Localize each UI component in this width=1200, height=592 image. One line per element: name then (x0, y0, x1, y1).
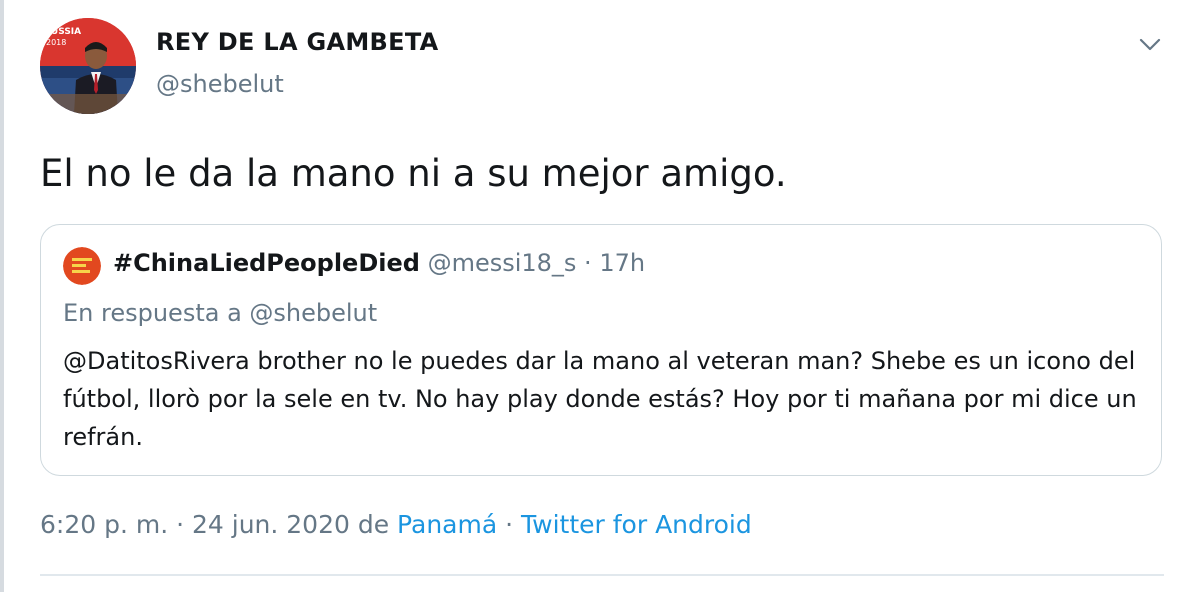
metadata-separator: · (497, 510, 522, 539)
quoted-tweet-body: @DatitosRivera brother no le puedes dar … (63, 347, 1137, 451)
tweet-text: El no le da la mano ni a su mejor amigo. (40, 152, 787, 195)
tweet-container: RUSSIA 2018 REY DE LA GAMBETA @shebelut … (0, 0, 1200, 592)
svg-text:RUSSIA: RUSSIA (44, 27, 81, 37)
chevron-down-icon[interactable] (1136, 30, 1164, 58)
author-avatar[interactable]: RUSSIA 2018 (40, 18, 136, 114)
quoted-author-name[interactable]: #ChinaLiedPeopleDied (113, 249, 420, 277)
column-border (0, 0, 4, 592)
quoted-author-meta: @messi18_s · 17h (419, 249, 646, 277)
author-display-name[interactable]: REY DE LA GAMBETA (156, 28, 439, 56)
svg-text:2018: 2018 (46, 38, 66, 47)
avatar-image: RUSSIA 2018 (40, 18, 136, 114)
divider (40, 574, 1164, 576)
tweet-timestamp[interactable]: 6:20 p. m. · 24 jun. 2020 de (40, 510, 397, 539)
quoted-tweet-card[interactable]: #ChinaLiedPeopleDied @messi18_s · 17h En… (40, 224, 1162, 476)
tweet-source-link[interactable]: Twitter for Android (521, 510, 752, 539)
tweet-metadata: 6:20 p. m. · 24 jun. 2020 de Panamá · Tw… (40, 510, 752, 539)
quoted-tweet-header: #ChinaLiedPeopleDied @messi18_s · 17h (113, 249, 645, 277)
quoted-author-avatar (63, 247, 101, 285)
author-handle[interactable]: @shebelut (156, 70, 284, 98)
tweet-location-link[interactable]: Panamá (397, 510, 497, 539)
reply-context: En respuesta a @shebelut (63, 299, 378, 327)
